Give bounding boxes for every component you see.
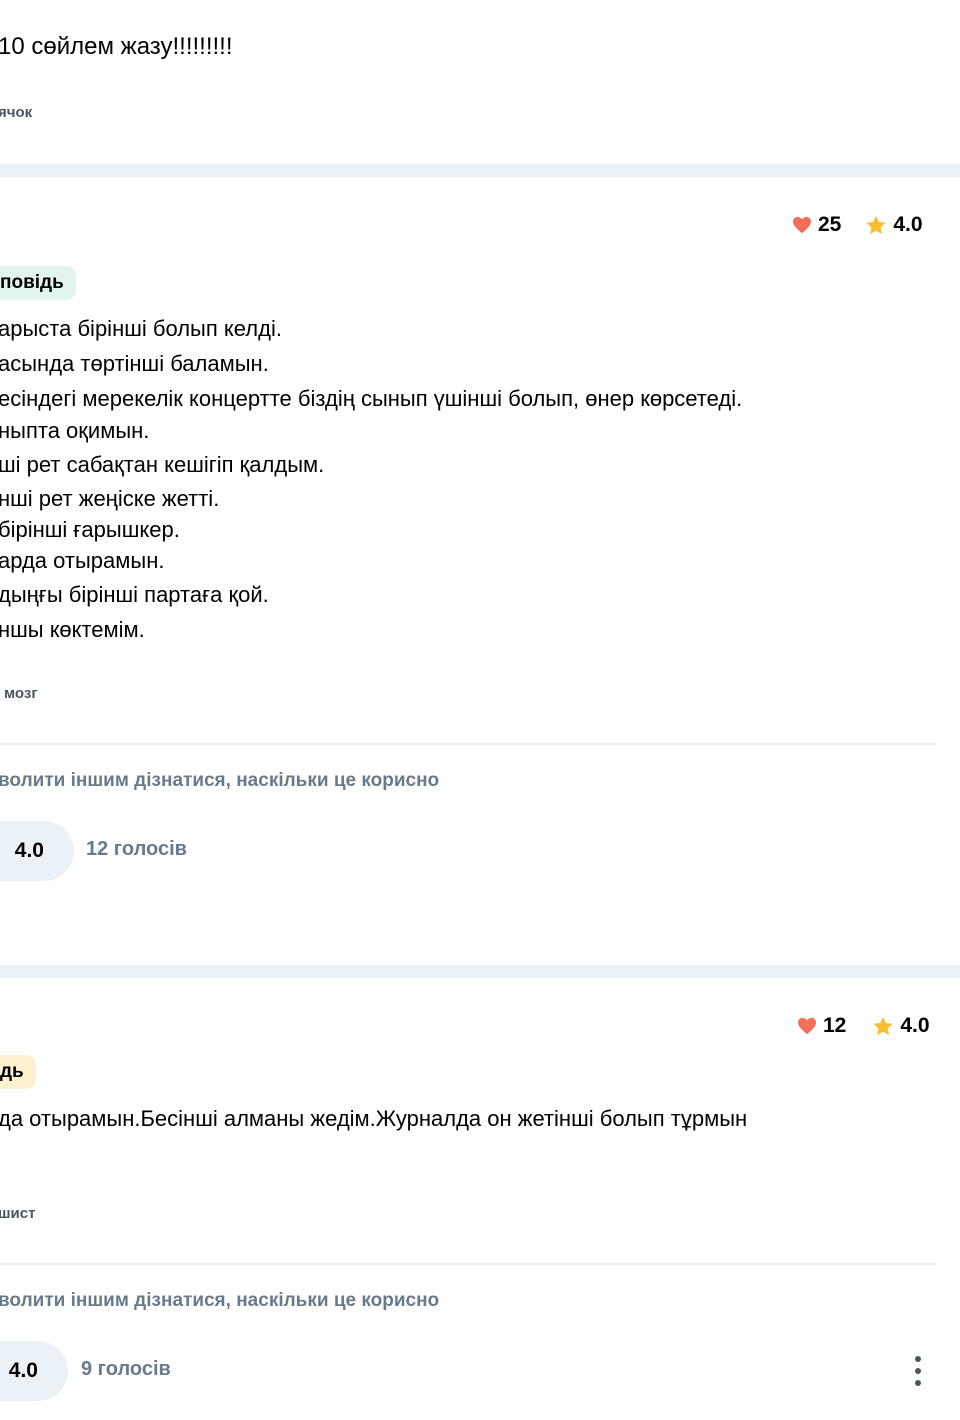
votes-count: 12 голосів: [86, 838, 187, 860]
answer-line: ныпта оқимын.: [0, 418, 150, 443]
answer-line: асында төртінші баламын.: [0, 351, 269, 376]
answer-line: арыста бірінші болып келді.: [0, 316, 282, 341]
divider: [0, 1263, 936, 1265]
heart-icon: [798, 1017, 816, 1035]
answer-stats: 12 4.0: [797, 1014, 930, 1038]
more-vertical-icon-dot: [915, 1368, 921, 1374]
asker-name[interactable]: ячок: [0, 104, 32, 121]
rating-value: 4.0: [900, 1014, 930, 1037]
average-rating-value: 4.0: [14, 839, 44, 862]
divider: [0, 743, 936, 745]
rating: 4.0: [872, 1014, 930, 1038]
average-rating[interactable]: 4.0: [0, 1341, 68, 1401]
answer-badge: дь: [0, 1055, 36, 1089]
star-icon: [866, 215, 886, 234]
section-separator: [0, 965, 960, 978]
likes: 25: [792, 213, 841, 237]
likes: 12: [797, 1014, 846, 1038]
answer-line: нші рет жеңіске жетті.: [0, 486, 220, 511]
more-vertical-icon-dot: [915, 1380, 921, 1386]
answer-line: арда отырамын.: [0, 548, 165, 573]
answer-author[interactable]: шист: [0, 1205, 35, 1222]
star-icon: [873, 1016, 893, 1035]
rating-prompt: волити іншим дізнатися, наскільки це кор…: [0, 1290, 440, 1311]
answer-line: ші рет сабақтан кешігіп қалдым.: [0, 452, 325, 477]
section-separator: [0, 164, 960, 177]
answer-line: есіндегі мерекелік концертте біздің сыны…: [0, 386, 743, 411]
heart-icon: [793, 216, 811, 234]
answer-line: бірінші ғарышкер.: [0, 517, 180, 542]
answer-stats: 25 4.0: [792, 213, 923, 237]
answer-line: да отырамын.Бесінші алманы жедім.Журналд…: [0, 1106, 748, 1131]
average-rating[interactable]: 4.0: [0, 821, 74, 881]
likes-count: 25: [818, 213, 842, 236]
more-vertical-icon: [915, 1356, 921, 1362]
more-options-button[interactable]: [910, 1356, 926, 1386]
rating: 4.0: [865, 213, 923, 237]
rating-prompt: волити іншим дізнатися, наскільки це кор…: [0, 770, 440, 791]
answer-badge: повідь: [0, 266, 76, 300]
question-title: 10 сөйлем жазу!!!!!!!!!: [0, 33, 233, 60]
rating-value: 4.0: [893, 213, 923, 236]
average-rating-value: 4.0: [8, 1359, 38, 1382]
votes-count: 9 голосів: [81, 1358, 171, 1380]
answer-line: дыңғы бірінші партаға қой.: [0, 582, 269, 607]
likes-count: 12: [823, 1014, 847, 1037]
answer-author[interactable]: мозг: [4, 685, 38, 702]
answer-line: ншы көктемім.: [0, 617, 145, 642]
